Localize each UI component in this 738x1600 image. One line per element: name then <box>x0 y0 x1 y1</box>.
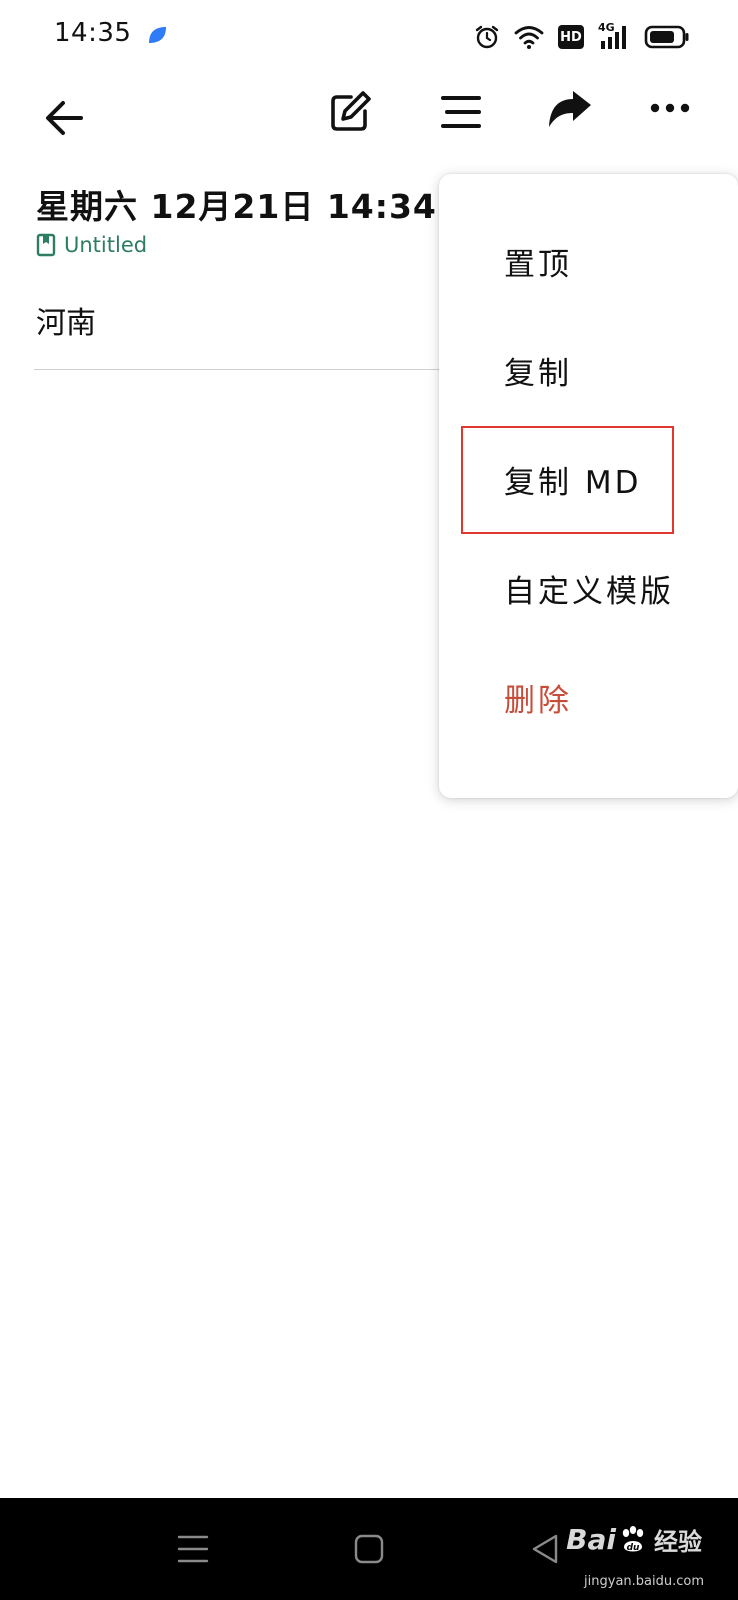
format-button[interactable] <box>431 82 491 142</box>
note-body[interactable]: 河南 <box>36 298 96 342</box>
notebook-link[interactable]: Untitled <box>36 230 147 260</box>
share-forward-icon <box>549 91 591 127</box>
menu-item-custom-template[interactable]: 自定义模版 <box>439 533 738 643</box>
status-bar: 14:35 HD 4G <box>0 0 738 74</box>
notebook-name: Untitled <box>64 233 148 257</box>
watermark-domain: jingyan.baidu.com <box>584 1574 704 1589</box>
menu-item-copy[interactable]: 复制 <box>439 315 738 425</box>
menu-lines-icon <box>441 96 481 128</box>
recent-apps-button[interactable] <box>168 1524 218 1574</box>
paw-icon: du <box>622 1525 644 1553</box>
watermark: Bai du 经验 <box>566 1522 702 1557</box>
status-icons: HD 4G <box>474 20 690 54</box>
back-triangle-icon <box>532 1534 558 1564</box>
navigation-bar: Bai du 经验 jingyan.baidu.com <box>0 1498 738 1600</box>
back-arrow-icon <box>46 101 83 135</box>
more-dots-icon <box>650 103 690 113</box>
back-nav-button[interactable] <box>520 1524 570 1574</box>
blue-leaf-icon <box>149 27 166 43</box>
divider <box>34 369 454 370</box>
svg-text:du: du <box>627 1543 640 1553</box>
menu-item-pin[interactable]: 置顶 <box>439 206 738 316</box>
hd-icon: HD <box>558 25 584 49</box>
back-button[interactable] <box>34 88 94 148</box>
home-icon <box>354 1534 384 1564</box>
watermark-suffix: 经验 <box>654 1528 702 1556</box>
toolbar <box>0 74 738 170</box>
notebook-icon <box>36 233 56 257</box>
highlight-box <box>461 426 674 534</box>
battery-icon <box>644 25 689 49</box>
status-time: 14:35 <box>54 18 132 48</box>
edit-button[interactable] <box>320 82 380 142</box>
edit-pencil-icon <box>331 91 371 131</box>
signal-4g-icon: 4G <box>598 21 630 51</box>
note-title: 星期六 12月21日 14:34 <box>36 187 437 226</box>
recent-apps-icon <box>177 1535 209 1563</box>
share-button[interactable] <box>540 80 600 140</box>
alarm-icon <box>475 25 499 49</box>
menu-item-delete[interactable]: 删除 <box>439 642 738 752</box>
more-button[interactable] <box>640 78 700 138</box>
wifi-icon <box>514 26 544 49</box>
home-button[interactable] <box>344 1524 394 1574</box>
watermark-brand: Bai du <box>566 1523 650 1556</box>
watermark-brand-prefix: Bai <box>566 1523 616 1556</box>
